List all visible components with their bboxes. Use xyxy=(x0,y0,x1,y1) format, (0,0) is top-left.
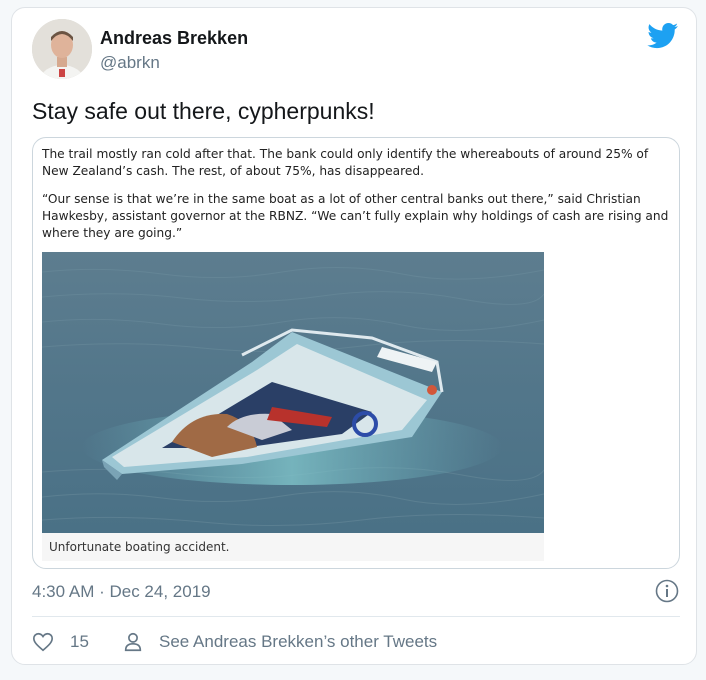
author-name[interactable]: Andreas Brekken xyxy=(100,28,248,49)
quote-paragraph-1: The trail mostly ran cold after that. Th… xyxy=(42,147,649,178)
twitter-bird-icon[interactable] xyxy=(647,23,679,49)
author-handle[interactable]: @abrkn xyxy=(100,53,160,73)
caption-bar: Unfortunate boating accident. xyxy=(42,533,544,561)
see-other-tweets-label: See Andreas Brekken’s other Tweets xyxy=(159,632,438,651)
tweet-text: Stay safe out there, cypherpunks! xyxy=(32,98,375,124)
see-other-tweets-link[interactable]: See Andreas Brekken’s other Tweets xyxy=(122,631,437,653)
like-button[interactable]: 15 xyxy=(32,631,89,653)
like-count: 15 xyxy=(70,632,89,651)
photo-caption: Unfortunate boating accident. xyxy=(49,540,230,554)
avatar[interactable] xyxy=(32,19,92,79)
info-icon[interactable] xyxy=(655,579,679,603)
heart-icon xyxy=(33,632,53,652)
tweet-media[interactable]: The trail mostly ran cold after that. Th… xyxy=(32,137,680,569)
divider xyxy=(32,616,680,617)
person-icon xyxy=(124,632,142,652)
tweet-timestamp[interactable]: 4:30 AM · Dec 24, 2019 xyxy=(32,582,211,602)
tweet-card: Andreas Brekken @abrkn Stay safe out the… xyxy=(11,7,697,665)
quote-paragraph-2: “Our sense is that we’re in the same boa… xyxy=(42,192,669,240)
sinking-boat-photo xyxy=(42,252,544,533)
